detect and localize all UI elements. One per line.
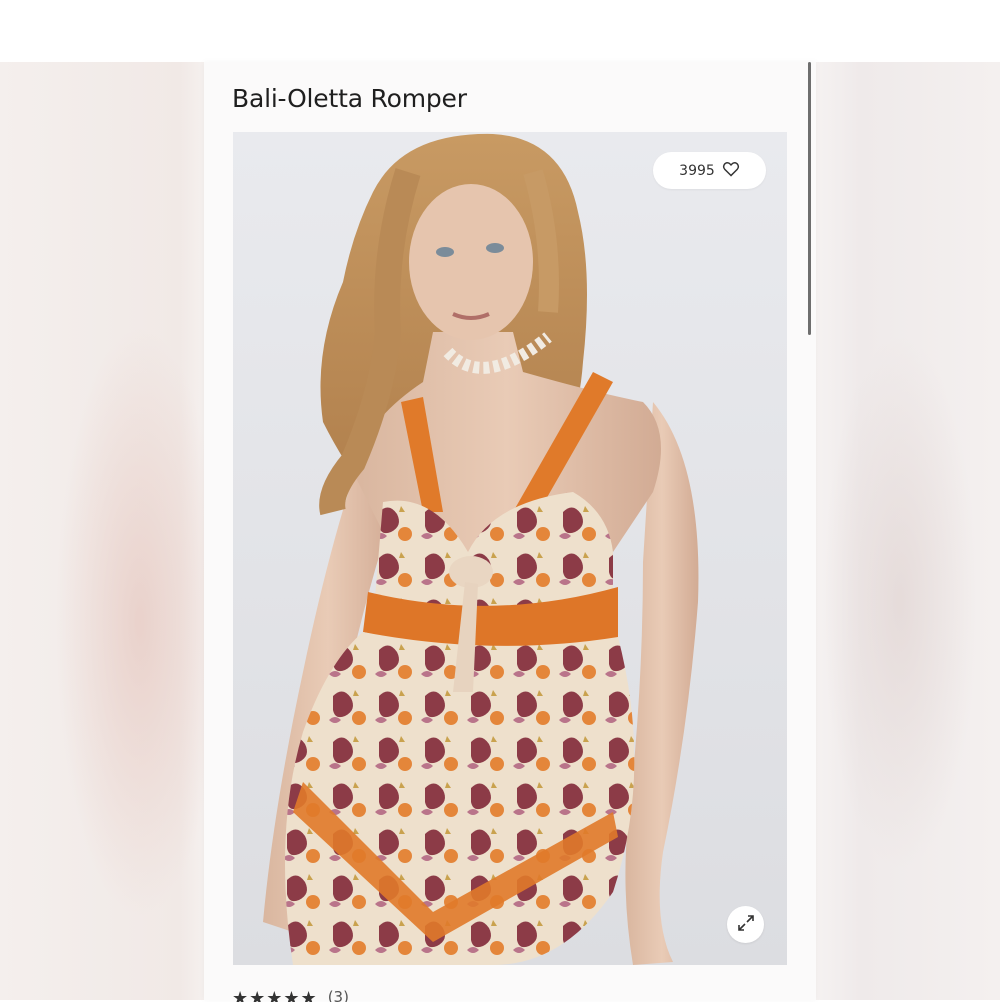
product-image[interactable]: 3995 bbox=[233, 132, 787, 965]
like-count-button[interactable]: 3995 bbox=[653, 152, 766, 189]
product-card: Bali-Oletta Romper 3995 ★★★★★ (3) bbox=[204, 62, 816, 1002]
scrollbar-thumb[interactable] bbox=[808, 62, 811, 335]
heart-outline-icon bbox=[722, 161, 740, 181]
expand-image-button[interactable] bbox=[727, 906, 764, 943]
like-count: 3995 bbox=[679, 162, 715, 179]
product-title: Bali-Oletta Romper bbox=[232, 84, 467, 113]
expand-arrows-icon bbox=[737, 914, 755, 936]
model-photo bbox=[233, 132, 787, 965]
